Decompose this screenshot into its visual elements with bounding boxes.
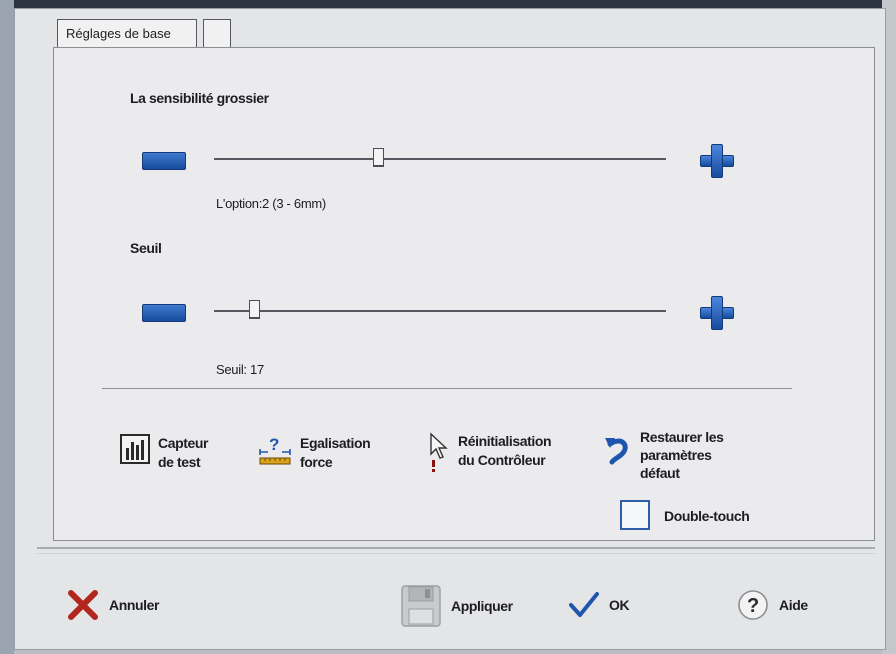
sensor-test-line1: Capteur [158, 435, 209, 451]
threshold-increase-button[interactable] [700, 296, 734, 330]
settings-window: Réglages de base La sensibilité grossier… [14, 8, 886, 650]
section-divider [102, 388, 792, 389]
sensitivity-title: La sensibilité grossier [130, 90, 269, 106]
reset-controller-line1: Réinitialisation [458, 433, 552, 449]
double-touch-label: Double-touch [664, 508, 750, 524]
sensitivity-increase-button[interactable] [700, 144, 734, 178]
help-label: Aide [779, 597, 808, 613]
apply-button[interactable]: Appliquer [401, 585, 513, 627]
sensor-test-line2: de test [158, 454, 201, 470]
sensitivity-decrease-button[interactable] [142, 152, 186, 170]
cancel-label: Annuler [109, 597, 160, 613]
bar-chart-icon [120, 434, 150, 464]
tab-basic-settings[interactable]: Réglages de base [57, 19, 197, 49]
restore-defaults-line3: défaut [640, 465, 680, 481]
threshold-decrease-button[interactable] [142, 304, 186, 322]
ok-button[interactable]: OK [569, 591, 630, 619]
reset-controller-line2: du Contrôleur [458, 452, 546, 468]
restore-defaults-button[interactable]: Restaurer les paramètres défaut [604, 428, 724, 482]
sensitivity-caption: L'option:2 (3 - 6mm) [216, 196, 326, 211]
ok-label: OK [609, 597, 630, 613]
double-touch-checkbox[interactable] [620, 500, 650, 530]
apply-label: Appliquer [451, 598, 513, 614]
reset-controller-button[interactable]: Réinitialisation du Contrôleur [428, 432, 552, 476]
threshold-slider[interactable] [214, 296, 666, 326]
sensitivity-slider[interactable] [214, 144, 666, 174]
force-equalization-button[interactable]: ? Egalisation force [258, 434, 371, 472]
cancel-button[interactable]: Annuler [67, 589, 159, 621]
sensor-test-button[interactable]: Capteur de test [120, 434, 209, 472]
sensitivity-slider-thumb[interactable] [373, 148, 384, 167]
svg-text:?: ? [269, 435, 279, 454]
force-equalization-line1: Egalisation [300, 435, 371, 451]
force-equalization-line2: force [300, 454, 333, 470]
threshold-slider-thumb[interactable] [249, 300, 260, 319]
threshold-slider-track [214, 310, 666, 312]
restore-defaults-line1: Restaurer les [640, 429, 724, 445]
help-button[interactable]: ? Aide [737, 589, 808, 621]
sensitivity-slider-track [214, 158, 666, 160]
checkmark-icon [569, 592, 599, 617]
threshold-title: Seuil [130, 240, 162, 256]
undo-arrow-icon [605, 438, 628, 465]
basic-settings-panel: La sensibilité grossier L'option:2 (3 - … [53, 47, 875, 541]
footer-divider-highlight [37, 553, 875, 554]
ruler-question-icon: ? [259, 435, 291, 465]
svg-text:?: ? [747, 595, 759, 617]
cursor-alert-icon [430, 432, 448, 472]
floppy-disk-icon [401, 585, 441, 627]
footer-divider [37, 547, 875, 549]
help-icon: ? [738, 590, 768, 620]
tab-second[interactable] [203, 19, 231, 49]
restore-defaults-line2: paramètres [640, 447, 712, 463]
threshold-caption: Seuil: 17 [216, 362, 264, 377]
close-icon [68, 590, 98, 620]
monitor-bezel-left [0, 0, 14, 654]
